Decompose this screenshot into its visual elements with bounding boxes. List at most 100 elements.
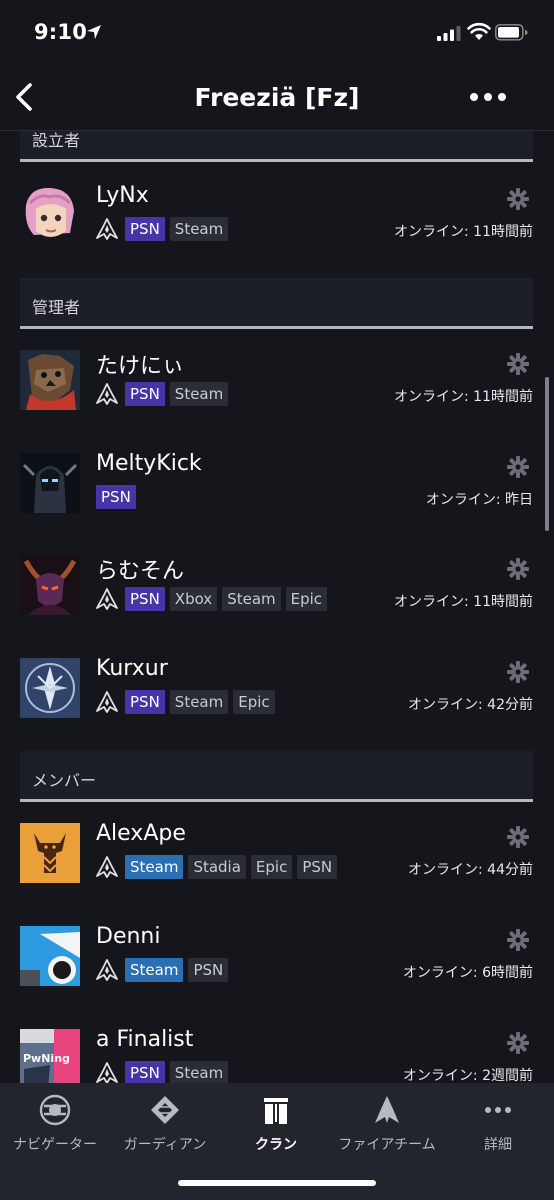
- avatar-label: PwNing: [23, 1052, 70, 1065]
- platform-badge: PSN: [125, 1061, 165, 1083]
- platform-badge: Steam: [169, 217, 229, 241]
- member-name: a Finalist: [96, 1027, 194, 1052]
- tab-clan[interactable]: クラン: [221, 1093, 331, 1153]
- platform-badge: Epic: [233, 690, 275, 714]
- member-name: LyNx: [96, 183, 149, 208]
- member-row[interactable]: らむそん PSN Xbox Steam Epic オンライン: 11時間前: [0, 555, 554, 655]
- member-name: AlexApe: [96, 821, 186, 846]
- section-label: メンバー: [32, 771, 97, 790]
- platform-badge: Steam: [125, 855, 184, 879]
- last-online: オンライン: 11時間前: [394, 594, 533, 610]
- platform-badge: PSN: [125, 217, 165, 241]
- clan-icon: [264, 1098, 288, 1124]
- status-bar: 9:10: [0, 0, 554, 66]
- fireteam-icon: [375, 1096, 399, 1123]
- avatar: [20, 185, 80, 245]
- more-icon: [485, 1107, 511, 1113]
- tab-label: ファイアチーム: [338, 1137, 436, 1153]
- navigator-icon: [39, 1094, 71, 1126]
- avatar: [20, 555, 80, 615]
- avatar: [20, 453, 80, 513]
- platform-badge: Steam: [222, 587, 281, 611]
- platform-list: PSN Steam: [96, 1061, 233, 1083]
- platform-badge: PSN: [297, 855, 338, 879]
- platform-badge: Xbox: [169, 587, 218, 611]
- platform-list: Steam PSN: [96, 958, 233, 982]
- member-row[interactable]: たけにぃ PSN Steam オンライン: 11時間前: [0, 350, 554, 450]
- platform-badge: Epic: [250, 855, 293, 879]
- cellular-signal-icon: [437, 26, 461, 41]
- scrollbar[interactable]: [545, 377, 549, 531]
- member-row[interactable]: AlexApe Steam Stadia Epic PSN オンライン: 44分前: [0, 821, 554, 923]
- destiny-icon: [96, 588, 118, 610]
- location-arrow-icon: [87, 25, 101, 39]
- platform-list: Steam Stadia Epic PSN: [96, 855, 342, 879]
- tab-label: ナビゲーター: [13, 1137, 97, 1153]
- avatar: [20, 823, 80, 883]
- member-name: らむそん: [96, 559, 185, 584]
- platform-badge: Steam: [125, 958, 184, 982]
- section-label: 管理者: [32, 298, 81, 317]
- home-indicator[interactable]: [178, 1180, 376, 1186]
- last-online: オンライン: 11時間前: [394, 224, 533, 240]
- tab-guardian[interactable]: ガーディアン: [110, 1093, 220, 1153]
- clan-gear-icon[interactable]: [506, 1031, 530, 1055]
- clan-gear-icon[interactable]: [506, 825, 530, 849]
- platform-list: PSN Xbox Steam Epic: [96, 587, 332, 611]
- section-label: 設立者: [32, 131, 81, 150]
- last-online: オンライン: 44分前: [408, 862, 533, 878]
- last-online: オンライン: 6時間前: [402, 965, 533, 981]
- tab-fireteam[interactable]: ファイアチーム: [332, 1093, 442, 1153]
- clan-gear-icon[interactable]: [506, 352, 530, 376]
- platform-badge: PSN: [125, 690, 165, 714]
- destiny-icon: [96, 959, 118, 981]
- last-online: オンライン: 2週間前: [402, 1068, 533, 1083]
- clan-gear-icon[interactable]: [506, 660, 530, 684]
- platform-list: PSN Steam: [96, 217, 233, 241]
- member-row[interactable]: Kurxur PSN Steam Epic オンライン: 42分前: [0, 656, 554, 758]
- status-time: 9:10: [34, 20, 88, 44]
- destiny-icon: [96, 383, 118, 405]
- member-name: MeltyKick: [96, 451, 202, 476]
- battery-icon: [495, 24, 528, 41]
- more-options-icon[interactable]: [466, 82, 510, 112]
- platform-list: PSN Steam: [96, 382, 233, 406]
- member-row[interactable]: Denni Steam PSN オンライン: 6時間前: [0, 924, 554, 1026]
- destiny-icon: [96, 856, 118, 878]
- last-online: オンライン: 42分前: [408, 697, 533, 713]
- platform-badge: PSN: [96, 485, 136, 509]
- tab-more[interactable]: 詳細: [443, 1093, 553, 1153]
- platform-badge: PSN: [125, 382, 165, 406]
- clan-gear-icon[interactable]: [506, 455, 530, 479]
- tab-navigator[interactable]: ナビゲーター: [0, 1093, 110, 1153]
- platform-badge: PSN: [188, 958, 229, 982]
- tab-label: 詳細: [484, 1137, 512, 1153]
- last-online: オンライン: 11時間前: [394, 389, 533, 405]
- section-header-founder: 設立者: [20, 131, 533, 162]
- nav-bar: Freeziä [Fz]: [0, 66, 554, 131]
- member-row[interactable]: PwNing a Finalist PSN Steam オンライン: 2週間前: [0, 1027, 554, 1083]
- section-header-admins: 管理者: [20, 278, 533, 329]
- platform-badge: Steam: [169, 690, 229, 714]
- tab-label: ガーディアン: [123, 1137, 207, 1153]
- clan-gear-icon[interactable]: [506, 928, 530, 952]
- platform-badge: Steam: [169, 382, 229, 406]
- destiny-icon: [96, 218, 118, 240]
- member-name: Denni: [96, 924, 161, 949]
- last-online: オンライン: 昨日: [425, 492, 533, 508]
- member-name: たけにぃ: [96, 354, 185, 379]
- section-header-members: メンバー: [20, 751, 533, 802]
- platform-badge: PSN: [125, 587, 165, 611]
- platform-badge: Epic: [285, 587, 328, 611]
- member-list-view[interactable]: 設立者 LyNx PSN Steam オンライン: 11時間前 管理者 たけにぃ…: [0, 131, 554, 1083]
- clan-gear-icon[interactable]: [506, 187, 530, 211]
- platform-badge: Steam: [169, 1061, 229, 1083]
- avatar: [20, 926, 80, 986]
- member-row[interactable]: MeltyKick PSN オンライン: 昨日: [0, 451, 554, 553]
- destiny-icon: [96, 691, 118, 713]
- member-row[interactable]: LyNx PSN Steam オンライン: 11時間前: [0, 183, 554, 285]
- clan-gear-icon[interactable]: [506, 557, 530, 581]
- avatar: [20, 350, 80, 410]
- avatar: PwNing: [20, 1029, 80, 1083]
- destiny-icon: [96, 1062, 118, 1083]
